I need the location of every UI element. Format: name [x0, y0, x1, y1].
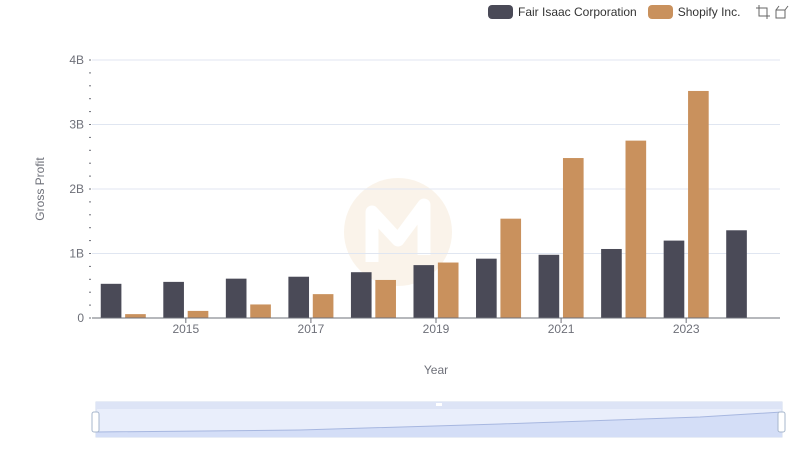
bar-shopify-2022[interactable]: [625, 140, 647, 318]
bar-fair-isaac-2021[interactable]: [538, 254, 560, 318]
x-tick-label: 2023: [673, 322, 700, 336]
slider-drag-grip[interactable]: [436, 403, 442, 406]
bar-fair-isaac-2016[interactable]: [225, 278, 247, 318]
bar-fair-isaac-2018[interactable]: [350, 272, 372, 318]
chart-canvas: 0 1B 2B 3B 4B 2015 2017 2019 2021 2023 Year Gros…: [33, 53, 786, 438]
bar-shopify-2014[interactable]: [125, 314, 146, 318]
x-tick-label: 2021: [548, 322, 575, 336]
x-tick-label: 2015: [172, 322, 199, 336]
bar-shopify-2018[interactable]: [375, 279, 396, 318]
bar-shopify-2019[interactable]: [437, 262, 459, 318]
bar-fair-isaac-2014[interactable]: [100, 283, 122, 318]
y-axis-minor-ticks: [89, 59, 91, 319]
x-axis-tick-labels: 2015 2017 2019 2021 2023: [172, 318, 700, 336]
bar-shopify-2015[interactable]: [187, 310, 209, 318]
y-tick-label: 0: [77, 311, 84, 325]
bar-shopify-2020[interactable]: [500, 218, 522, 318]
brand-logo-watermark: [344, 178, 452, 286]
bar-shopify-2017[interactable]: [312, 294, 334, 318]
bar-shopify-2016[interactable]: [250, 304, 271, 318]
bar-fair-isaac-2019[interactable]: [413, 265, 435, 318]
y-axis-tick-labels: 0 1B 2B 3B 4B: [69, 53, 84, 325]
bar-fair-isaac-2015[interactable]: [163, 281, 184, 318]
bar-fair-isaac-2017[interactable]: [288, 276, 310, 318]
bar-fair-isaac-2020[interactable]: [476, 258, 497, 318]
x-axis-title: Year: [424, 363, 448, 377]
y-tick-label: 4B: [69, 53, 84, 67]
bar-shopify-2023[interactable]: [688, 90, 709, 319]
y-tick-label: 1B: [69, 247, 84, 261]
bar-shopify-2021[interactable]: [562, 158, 584, 318]
x-tick-label: 2017: [298, 322, 325, 336]
y-axis-title: Gross Profit: [33, 157, 47, 221]
slider-handle-left[interactable]: [91, 411, 100, 433]
bar-fair-isaac-2024[interactable]: [726, 230, 747, 318]
slider-handle-right[interactable]: [777, 411, 786, 433]
bar-fair-isaac-2022[interactable]: [601, 248, 622, 318]
y-tick-label: 3B: [69, 118, 84, 132]
data-zoom-slider[interactable]: [91, 401, 786, 438]
bar-fair-isaac-2023[interactable]: [663, 240, 685, 318]
x-tick-label: 2019: [423, 322, 450, 336]
y-tick-label: 2B: [69, 182, 84, 196]
